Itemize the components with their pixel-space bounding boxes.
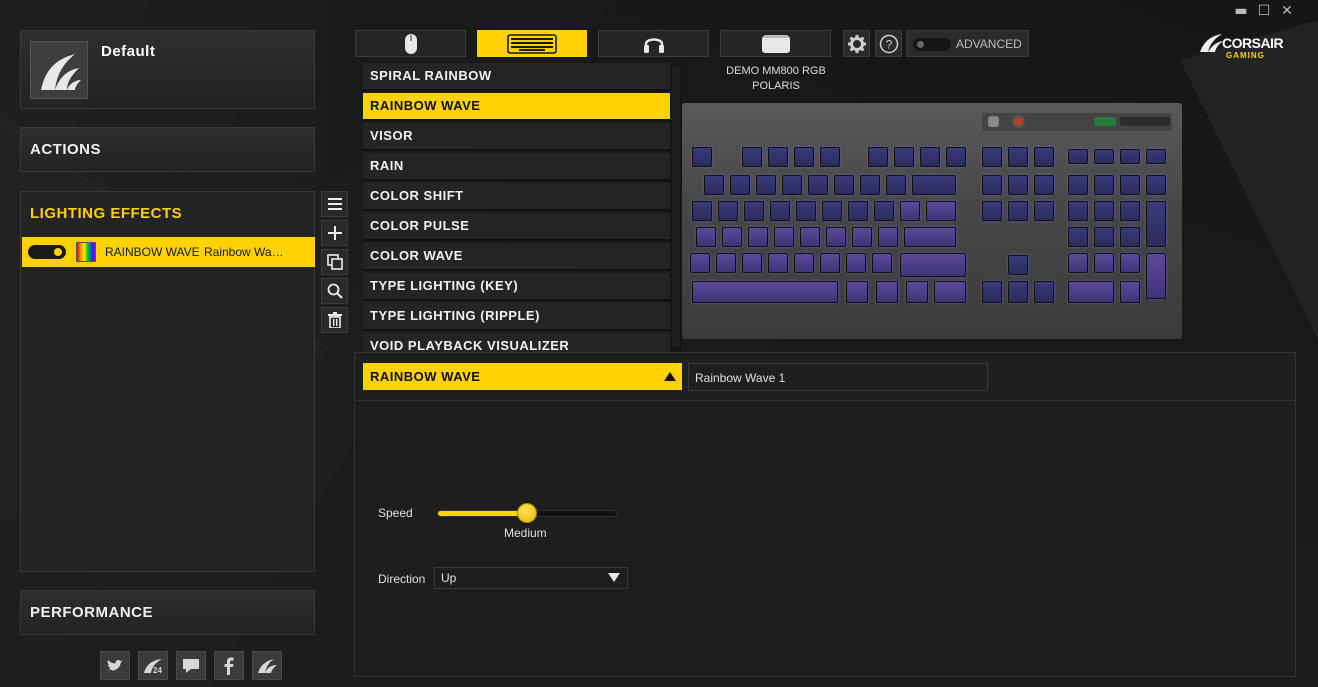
corsair-sails-logo-icon [1200,34,1223,52]
lighting-effects-panel: LIGHTING EFFECTS RAINBOW WAVE Rainbow Wa… [20,191,315,572]
advanced-label: ADVANCED [956,37,1022,51]
facebook-icon [224,657,234,675]
direction-value: Up [441,571,457,585]
menu-button[interactable] [321,191,348,217]
device-caption-line1: DEMO MM800 RGB [726,65,826,77]
keyboard-indicator-panel [982,113,1172,131]
caret-up-icon [664,372,676,381]
search-icon [327,283,343,299]
effect-menu-scrollbar[interactable] [670,62,682,392]
mouse-icon [404,33,417,54]
device-caption-line2: POLARIS [752,80,800,92]
settings-button[interactable] [843,30,870,57]
speed-label: Speed [378,506,413,520]
device-tab-mousepad[interactable] [720,30,831,57]
actions-section-header[interactable]: ACTIONS [20,127,315,172]
effect-menu-item[interactable]: COLOR WAVE [363,243,670,271]
add-icon [327,226,342,240]
copy-effect-button[interactable] [321,249,348,275]
forum-button[interactable] [176,651,206,680]
search-button[interactable] [321,278,348,304]
effect-type-dropdown[interactable]: RAINBOW WAVE [363,363,682,390]
corsair-sails-icon [258,658,277,673]
speed-slider-fill [438,511,527,516]
advanced-toggle[interactable]: ADVANCED [906,30,1029,57]
lighting-effects-title: LIGHTING EFFECTS [30,205,183,222]
device-tab-mouse[interactable] [355,30,466,57]
keyboard-preview[interactable] [682,103,1182,339]
device-caption: DEMO MM800 RGB POLARIS [720,64,832,94]
mousepad-icon [761,34,790,53]
corsair-24-icon: 24 [144,658,162,675]
effect-menu-item[interactable]: COLOR PULSE [363,213,670,241]
performance-section-header[interactable]: PERFORMANCE [20,590,315,635]
device-tab-headset[interactable] [598,30,709,57]
effect-menu-item[interactable]: SPIRAL RAINBOW [363,63,670,91]
chat-icon [183,658,199,673]
trash-icon [327,312,342,328]
delete-effect-button[interactable] [321,307,348,333]
effect-enable-toggle[interactable] [28,245,66,259]
effect-menu-item[interactable]: TYPE LIGHTING (RIPPLE) [363,303,670,331]
copy-icon [326,254,343,270]
effect-list-detail: Rainbow Wave 1 [204,245,286,259]
keyboard-icon [507,33,557,54]
facebook-button[interactable] [214,651,244,680]
effect-type-value: RAINBOW WAVE [370,369,481,384]
effect-menu-item[interactable]: TYPE LIGHTING (KEY) [363,273,670,301]
add-effect-button[interactable] [321,220,348,246]
effect-name-input[interactable]: Rainbow Wave 1 [688,363,988,391]
device-tab-keyboard[interactable] [477,30,587,57]
help-icon: ? [879,34,898,53]
brand-sub: GAMING [1226,51,1265,60]
effect-menu-item[interactable]: COLOR SHIFT [363,183,670,211]
minimize-button[interactable]: ▬ [1232,2,1250,20]
speed-slider-handle[interactable] [517,503,537,523]
effect-menu-item[interactable]: RAIN [363,153,670,181]
effect-list-item[interactable]: RAINBOW WAVE Rainbow Wave 1 [22,237,315,267]
rainbow-swatch-icon [76,242,96,262]
gear-icon [847,34,866,53]
corsair-logo: CORSAIR GAMING [1198,30,1298,62]
profile-logo [30,41,88,99]
corsair-24-button[interactable]: 24 [138,651,168,680]
maximize-button[interactable]: ☐ [1255,2,1273,20]
profile-name: Default [101,43,156,60]
effect-menu-item[interactable]: RAINBOW WAVE [363,93,670,121]
twitter-icon [107,659,123,671]
brand-name: CORSAIR [1222,35,1284,51]
menu-icon [327,198,342,210]
svg-text:24: 24 [153,666,162,675]
actions-title: ACTIONS [30,141,101,158]
headset-icon [643,37,664,53]
twitter-button[interactable] [100,651,130,680]
advanced-switch [913,38,951,51]
performance-title: PERFORMANCE [30,604,154,621]
direction-dropdown[interactable]: Up [434,567,628,589]
corsair-sails-icon [41,54,81,90]
speed-value-label: Medium [504,526,547,540]
effect-list-name: RAINBOW WAVE [105,245,200,259]
caret-down-icon [608,573,620,582]
profile-panel[interactable]: Default [20,30,315,109]
help-button[interactable]: ? [875,30,902,57]
corsair-website-button[interactable] [252,651,282,680]
direction-label: Direction [378,572,426,586]
close-button[interactable]: ✕ [1278,2,1296,20]
svg-text:?: ? [885,37,892,51]
effect-menu-item[interactable]: VISOR [363,123,670,151]
